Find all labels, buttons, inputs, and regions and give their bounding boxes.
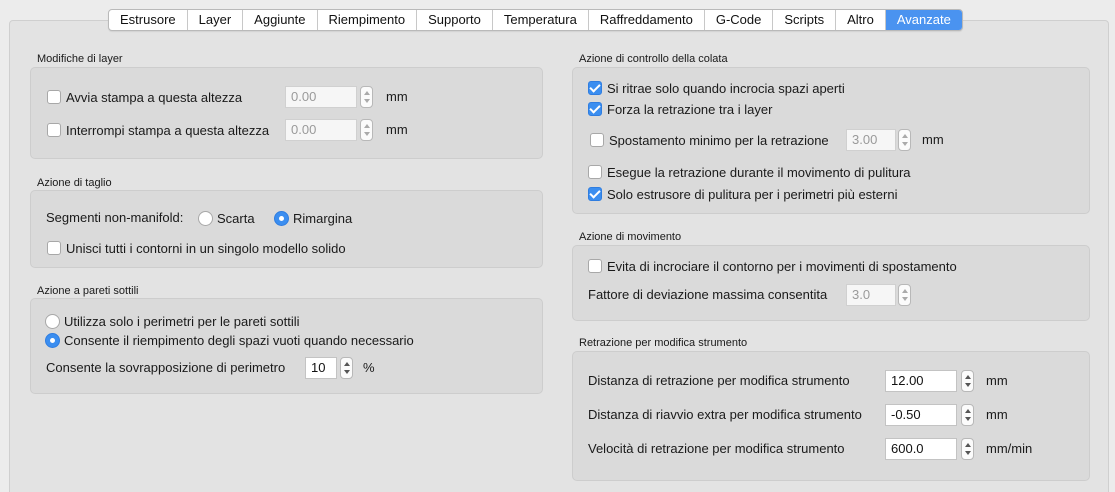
gap-fill-label: Consente il riempimento degli spazi vuot… xyxy=(64,332,414,348)
pause-height-input[interactable]: 0.00 xyxy=(285,119,357,141)
tool-restart-stepper[interactable] xyxy=(961,404,974,426)
overlap-input[interactable]: 10 xyxy=(305,357,337,379)
tab-aggiunte[interactable]: Aggiunte xyxy=(243,10,318,30)
section-title-cut: Azione di taglio xyxy=(37,177,112,189)
pause-height-checkbox-row[interactable]: Interrompi stampa a questa altezza xyxy=(47,119,269,141)
avoid-crossing-checkbox[interactable] xyxy=(588,259,602,273)
avoid-crossing-row[interactable]: Evita di incrociare il contorno per i mo… xyxy=(588,255,957,277)
start-height-unit: mm xyxy=(386,89,408,104)
section-title-thin-walls: Azione a pareti sottili xyxy=(37,285,139,297)
tab-temperatura[interactable]: Temperatura xyxy=(493,10,589,30)
start-height-checkbox[interactable] xyxy=(47,90,61,104)
tool-speed-input[interactable]: 600.0 xyxy=(885,438,957,460)
tool-distance-unit: mm xyxy=(986,373,1008,388)
pause-height-stepper[interactable] xyxy=(360,119,373,141)
deviation-label: Fattore di deviazione massima consentita xyxy=(588,287,828,302)
perimeters-only-radio[interactable] xyxy=(45,313,60,329)
overlap-unit: % xyxy=(363,360,375,375)
heal-label: Rimargina xyxy=(293,210,353,226)
pause-height-label: Interrompi stampa a questa altezza xyxy=(66,122,270,138)
retract-open-label: Si ritrae solo quando incrocia spazi ape… xyxy=(607,80,845,96)
tool-distance-input[interactable]: 12.00 xyxy=(885,370,957,392)
section-title-tool-change: Retrazione per modifica strumento xyxy=(579,337,748,349)
gap-fill-row[interactable]: Consente il riempimento degli spazi vuot… xyxy=(45,329,414,351)
min-travel-row[interactable]: Spostamento minimo per la retrazione xyxy=(590,129,829,151)
overlap-label: Consente la sovrapposizione di perimetro xyxy=(46,360,286,375)
start-height-stepper[interactable] xyxy=(360,86,373,108)
tab-altro[interactable]: Altro xyxy=(836,10,886,30)
tool-distance-label: Distanza di retrazione per modifica stru… xyxy=(588,373,850,388)
wipe-retract-label: Esegue la retrazione durante il moviment… xyxy=(607,164,911,180)
deviation-input[interactable]: 3.0 xyxy=(846,284,896,306)
start-height-input[interactable]: 0.00 xyxy=(285,86,357,108)
section-title-layer-changes: Modifiche di layer xyxy=(37,53,123,65)
tool-distance-stepper[interactable] xyxy=(961,370,974,392)
section-title-movement: Azione di movimento xyxy=(579,231,682,243)
tab-avanzate[interactable]: Avanzate xyxy=(885,10,962,30)
min-travel-unit: mm xyxy=(922,132,944,147)
section-title-ooze: Azione di controllo della colata xyxy=(579,53,728,65)
min-travel-checkbox[interactable] xyxy=(590,133,604,147)
overlap-stepper[interactable] xyxy=(340,357,353,379)
wipe-retract-checkbox[interactable] xyxy=(588,165,602,179)
perimeters-only-label: Utilizza solo i perimetri per le pareti … xyxy=(64,313,300,329)
min-travel-label: Spostamento minimo per la retrazione xyxy=(609,132,829,148)
min-travel-stepper[interactable] xyxy=(898,129,911,151)
tab-bar: Estrusore Layer Aggiunte Riempimento Sup… xyxy=(108,9,963,31)
discard-label: Scarta xyxy=(217,210,255,226)
start-height-label: Avvia stampa a questa altezza xyxy=(66,89,243,105)
avoid-crossing-label: Evita di incrociare il contorno per i mo… xyxy=(607,258,957,274)
tab-gcode[interactable]: G-Code xyxy=(705,10,774,30)
tab-raffreddamento[interactable]: Raffreddamento xyxy=(589,10,705,30)
pause-height-unit: mm xyxy=(386,122,408,137)
discard-radio[interactable] xyxy=(198,210,213,226)
retract-open-row[interactable]: Si ritrae solo quando incrocia spazi ape… xyxy=(588,77,845,99)
tab-riempimento[interactable]: Riempimento xyxy=(318,10,418,30)
tool-speed-label: Velocità di retrazione per modifica stru… xyxy=(588,441,845,456)
deviation-stepper[interactable] xyxy=(898,284,911,306)
nonmanifold-label: Segmenti non-manifold: xyxy=(46,210,184,225)
force-retract-label: Forza la retrazione tra i layer xyxy=(607,101,773,117)
start-height-checkbox-row[interactable]: Avvia stampa a questa altezza xyxy=(47,86,242,108)
merge-contours-label: Unisci tutti i contorni in un singolo mo… xyxy=(66,240,346,256)
discard-radio-row[interactable]: Scarta xyxy=(198,207,255,229)
tab-layer[interactable]: Layer xyxy=(188,10,244,30)
wipe-outer-label: Solo estrusore di pulitura per i perimet… xyxy=(607,186,898,202)
wipe-outer-checkbox[interactable] xyxy=(588,187,602,201)
heal-radio-row[interactable]: Rimargina xyxy=(274,207,352,229)
tool-speed-unit: mm/min xyxy=(986,441,1033,456)
force-retract-row[interactable]: Forza la retrazione tra i layer xyxy=(588,98,772,120)
merge-contours-checkbox[interactable] xyxy=(47,241,61,255)
tool-restart-label: Distanza di riavvio extra per modifica s… xyxy=(588,407,862,422)
heal-radio[interactable] xyxy=(274,210,289,226)
min-travel-input[interactable]: 3.00 xyxy=(846,129,896,151)
tool-speed-stepper[interactable] xyxy=(961,438,974,460)
tool-restart-input[interactable]: -0.50 xyxy=(885,404,957,426)
tool-restart-unit: mm xyxy=(986,407,1008,422)
merge-contours-row[interactable]: Unisci tutti i contorni in un singolo mo… xyxy=(47,237,346,259)
wipe-outer-row[interactable]: Solo estrusore di pulitura per i perimet… xyxy=(588,183,897,205)
layer-changes-box xyxy=(30,67,543,159)
tab-estrusore[interactable]: Estrusore xyxy=(109,10,188,30)
gap-fill-radio[interactable] xyxy=(45,332,60,348)
force-retract-checkbox[interactable] xyxy=(588,102,602,116)
tab-scripts[interactable]: Scripts xyxy=(773,10,837,30)
pause-height-checkbox[interactable] xyxy=(47,123,61,137)
tab-supporto[interactable]: Supporto xyxy=(417,10,493,30)
wipe-retract-row[interactable]: Esegue la retrazione durante il moviment… xyxy=(588,161,911,183)
retract-open-checkbox[interactable] xyxy=(588,81,602,95)
